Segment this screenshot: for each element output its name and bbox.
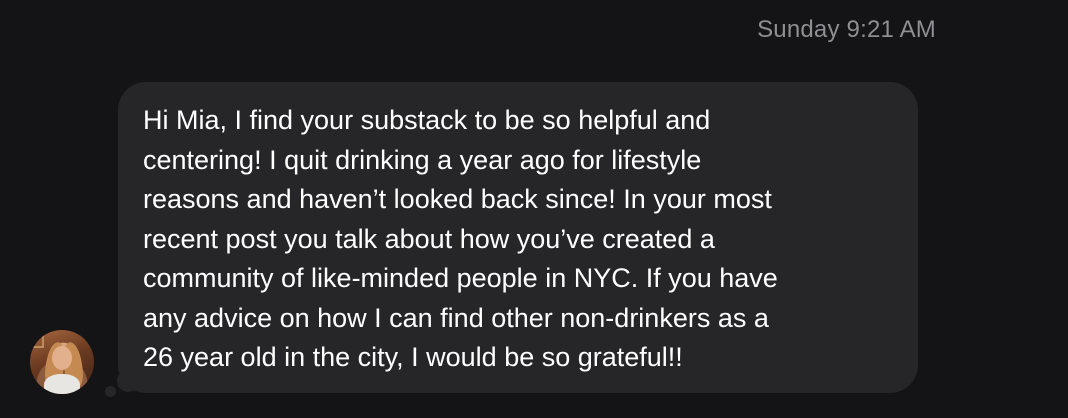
message-text: Hi Mia, I find your substack to be so he… [143,105,778,372]
bubble-tail-small [105,386,116,397]
message-bubble[interactable]: Hi Mia, I find your substack to be so he… [118,82,918,393]
bubble-tail-large [117,370,139,392]
sender-avatar[interactable] [30,330,94,394]
avatar-face [52,346,72,370]
avatar-shirt [44,374,80,394]
avatar-background-frame [32,334,44,348]
message-timestamp: Sunday 9:21 AM [757,16,936,43]
